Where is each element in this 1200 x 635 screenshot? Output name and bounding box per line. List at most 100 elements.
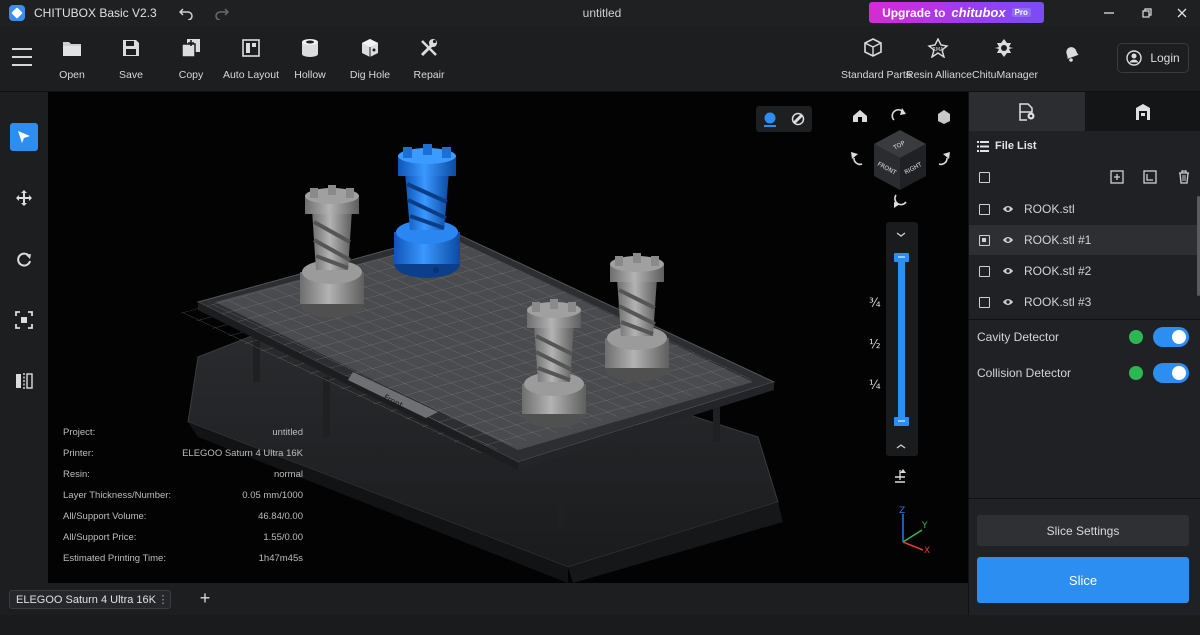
file-checkbox[interactable] xyxy=(979,203,990,215)
file-row[interactable]: ROOK.stl xyxy=(969,194,1197,224)
file-row[interactable]: ROOK.stl #2 xyxy=(969,256,1197,286)
info-label: Printer: xyxy=(63,448,94,459)
move-tool[interactable] xyxy=(10,184,38,212)
slice-button[interactable]: Slice xyxy=(977,557,1189,603)
auto-layout-label: Auto Layout xyxy=(222,69,280,81)
open-button[interactable]: Open xyxy=(40,36,104,81)
add-printer-tab-icon[interactable]: + xyxy=(197,589,213,607)
undo-icon[interactable] xyxy=(175,2,197,24)
dig-hole-button[interactable]: Dig Hole xyxy=(338,36,402,81)
rotate-view-down-icon[interactable] xyxy=(894,194,907,208)
printer-icon xyxy=(1136,103,1150,120)
copy-label: Copy xyxy=(178,69,204,81)
file-row[interactable]: ROOK.stl #1 xyxy=(969,225,1197,255)
collision-detector-row: Collision Detector xyxy=(969,355,1200,391)
eye-icon[interactable] xyxy=(1002,296,1014,308)
copy-icon xyxy=(159,36,223,60)
more-vertical-icon[interactable]: ⋮ xyxy=(156,593,170,606)
collision-detector-toggle[interactable] xyxy=(1153,363,1189,383)
perspective-cube-icon[interactable] xyxy=(938,110,950,124)
resin-alliance-label: Resin Alliance xyxy=(906,69,972,81)
cavity-detector-row: Cavity Detector xyxy=(969,319,1200,355)
xray-view-icon[interactable] xyxy=(791,112,805,126)
eye-icon[interactable] xyxy=(1002,234,1014,246)
right-panel-tabs xyxy=(969,92,1200,131)
standard-parts-icon xyxy=(841,36,905,60)
minimize-icon[interactable] xyxy=(1099,3,1119,23)
hollow-icon xyxy=(278,36,342,60)
file-name: ROOK.stl #2 xyxy=(1024,264,1092,278)
smiley-status-icon xyxy=(1129,366,1143,380)
redo-icon[interactable] xyxy=(211,2,233,24)
rotate-view-right-icon[interactable] xyxy=(938,152,950,166)
axis-x-label: X xyxy=(924,546,930,556)
rook-model-1[interactable] xyxy=(300,185,364,318)
3d-viewport[interactable]: Front TOP FRONT RIGHT ¾ ½ ¼ Z Y X Projec… xyxy=(48,92,968,583)
login-button[interactable]: Login xyxy=(1117,43,1189,73)
group-files-icon[interactable] xyxy=(1143,170,1157,184)
view-mode-toggle[interactable] xyxy=(756,106,812,132)
auto-layout-button[interactable]: Auto Layout xyxy=(219,36,283,81)
slider-mark-half: ½ xyxy=(869,337,881,351)
project-info-panel: Project: untitled Printer: ELEGOO Saturn 4… xyxy=(63,427,303,574)
file-checkbox[interactable] xyxy=(979,234,990,246)
add-file-icon[interactable] xyxy=(1110,170,1124,184)
file-name: ROOK.stl xyxy=(1024,202,1075,216)
save-button[interactable]: Save xyxy=(99,36,163,81)
resin-alliance-button[interactable]: RMA Resin Alliance xyxy=(906,36,972,81)
file-checkbox[interactable] xyxy=(979,265,990,277)
left-toolbar xyxy=(0,92,48,583)
trash-icon[interactable] xyxy=(1178,170,1190,184)
chitu-manager-button[interactable]: ChituManager xyxy=(972,36,1038,81)
rotate-view-up-icon[interactable] xyxy=(891,108,906,121)
hamburger-menu-icon[interactable] xyxy=(12,48,32,66)
file-name: ROOK.stl #1 xyxy=(1024,233,1092,247)
info-label: All/Support Price: xyxy=(63,532,137,543)
auto-layout-icon xyxy=(219,36,283,60)
app-logo-icon xyxy=(9,5,25,21)
home-view-icon[interactable] xyxy=(853,110,867,122)
mirror-tool[interactable] xyxy=(10,367,38,395)
chitu-manager-label: ChituManager xyxy=(972,69,1038,81)
printer-tab[interactable]: ELEGOO Saturn 4 Ultra 16K ⋮ xyxy=(9,590,171,609)
select-all-checkbox[interactable] xyxy=(979,172,990,183)
hollow-button[interactable]: Hollow xyxy=(278,36,342,81)
tab-print-settings[interactable] xyxy=(1085,92,1200,131)
rotate-tool[interactable] xyxy=(10,245,38,273)
file-name: ROOK.stl #3 xyxy=(1024,295,1092,309)
rotate-view-left-icon[interactable] xyxy=(851,152,863,166)
open-label: Open xyxy=(59,69,85,81)
layer-height-icon[interactable] xyxy=(895,469,906,483)
solid-view-icon[interactable] xyxy=(763,111,777,127)
smiley-status-icon xyxy=(1129,330,1143,344)
upgrade-brand: chitubox xyxy=(951,5,1006,20)
select-tool[interactable] xyxy=(10,123,38,151)
view-cube[interactable]: TOP FRONT RIGHT xyxy=(874,130,926,190)
info-label: Resin: xyxy=(63,469,90,480)
info-row-project: Project: untitled xyxy=(63,427,303,448)
repair-button[interactable]: Repair xyxy=(397,36,461,81)
notification-button[interactable] xyxy=(1040,42,1104,66)
slice-settings-button[interactable]: Slice Settings xyxy=(977,515,1189,546)
list-icon xyxy=(977,140,989,152)
maximize-icon[interactable] xyxy=(1137,3,1157,23)
scale-tool[interactable] xyxy=(10,306,38,334)
standard-parts-button[interactable]: Standard Parts xyxy=(841,36,911,81)
cavity-detector-toggle[interactable] xyxy=(1153,327,1189,347)
tab-file-list[interactable] xyxy=(969,92,1085,131)
bell-icon xyxy=(1040,42,1104,66)
close-icon[interactable] xyxy=(1172,3,1192,23)
file-row[interactable]: ROOK.stl #3 xyxy=(969,287,1197,317)
eye-icon[interactable] xyxy=(1002,265,1014,277)
upgrade-prefix: Upgrade to xyxy=(882,5,946,20)
rook-model-selected[interactable] xyxy=(394,144,460,278)
info-value: 1.55/0.00 xyxy=(263,532,303,543)
file-checkbox[interactable] xyxy=(979,296,990,308)
status-bar xyxy=(0,615,1200,635)
layer-slider[interactable] xyxy=(886,222,918,456)
pro-badge: Pro xyxy=(1011,8,1031,17)
upgrade-button[interactable]: Upgrade to chitubox Pro xyxy=(869,2,1044,23)
copy-button[interactable]: Copy xyxy=(159,36,223,81)
eye-icon[interactable] xyxy=(1002,203,1014,215)
printer-tab-label: ELEGOO Saturn 4 Ultra 16K xyxy=(16,593,157,606)
